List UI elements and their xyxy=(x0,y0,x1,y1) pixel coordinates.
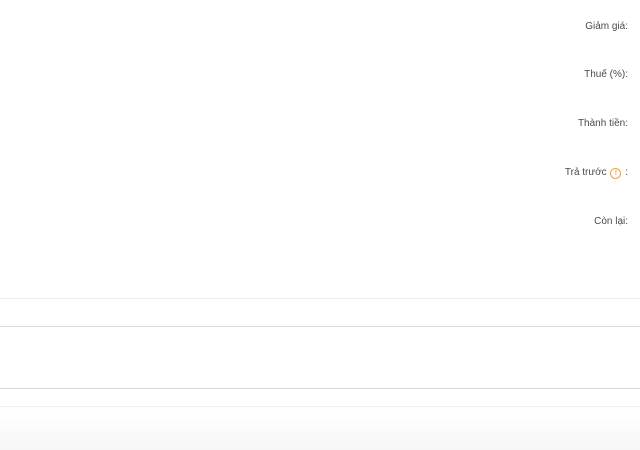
total-row: Thành tiền: xyxy=(578,116,628,132)
divider xyxy=(0,388,640,389)
remaining-row: Còn lại: xyxy=(594,214,628,230)
tax-label: Thuế (%): xyxy=(584,69,628,80)
prepaid-colon: : xyxy=(625,167,628,178)
prepaid-label: Trả trước xyxy=(564,167,607,178)
divider xyxy=(0,298,640,299)
prepaid-row: Trả trước ! : xyxy=(565,165,628,181)
info-icon[interactable]: ! xyxy=(610,168,622,179)
discount-label: Giảm giá: xyxy=(585,21,628,32)
invoice-summary-page: Giảm giá: Thuế (%): Thành tiền: Trả trướ… xyxy=(0,0,640,450)
footer-area xyxy=(0,407,640,450)
total-label: Thành tiền: xyxy=(577,118,628,129)
remaining-label: Còn lại: xyxy=(594,216,628,227)
tax-row: Thuế (%): xyxy=(584,67,628,83)
discount-row: Giảm giá: xyxy=(585,19,628,35)
divider xyxy=(0,326,640,327)
